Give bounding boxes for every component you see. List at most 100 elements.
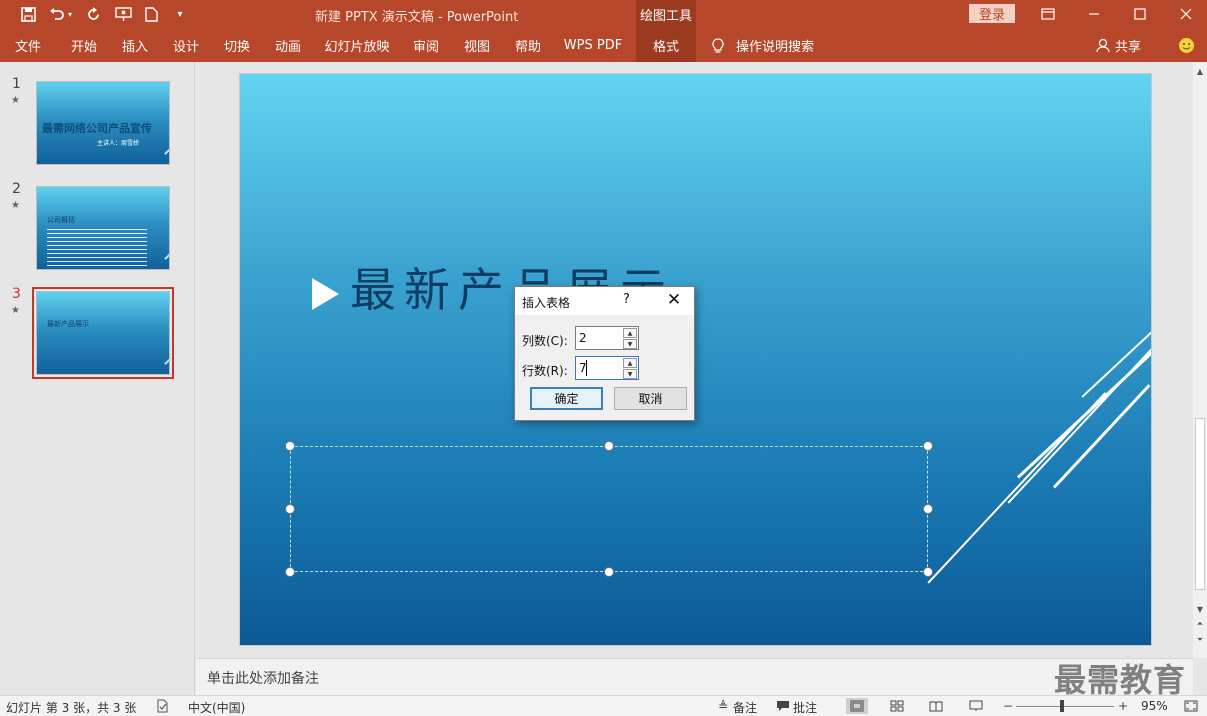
vertical-scrollbar[interactable]: ▲ ▼ ⏶ ⏷ bbox=[1193, 62, 1207, 658]
slide-thumbnail-2[interactable]: 公司概括 bbox=[36, 186, 170, 270]
language-indicator[interactable]: 中文(中国) bbox=[188, 699, 245, 716]
thumbnail-title: 最需网络公司产品宣传 bbox=[42, 122, 152, 135]
tab-help[interactable]: 帮助 bbox=[508, 29, 548, 62]
resize-handle[interactable] bbox=[285, 441, 295, 451]
columns-label: 列数(C): bbox=[522, 334, 568, 348]
text-caret bbox=[586, 360, 587, 376]
previous-slide-icon[interactable]: ⏶ bbox=[1194, 618, 1206, 630]
increment-arrow-icon[interactable]: ▲ bbox=[623, 328, 637, 338]
reading-view-icon[interactable] bbox=[925, 698, 947, 714]
tab-animations[interactable]: 动画 bbox=[268, 29, 308, 62]
notes-toggle[interactable]: 备注 bbox=[733, 699, 757, 716]
dialog-title: 插入表格 bbox=[522, 296, 571, 310]
save-icon[interactable] bbox=[17, 4, 39, 24]
current-slide[interactable]: 最新产品展示 bbox=[240, 74, 1151, 645]
zoom-slider-track[interactable] bbox=[1016, 706, 1114, 707]
tab-format[interactable]: 格式 bbox=[636, 29, 696, 62]
notes-pane[interactable]: 单击此处添加备注 bbox=[196, 658, 1193, 695]
minimize-icon[interactable] bbox=[1081, 3, 1107, 25]
undo-dropdown-icon[interactable]: ▾ bbox=[64, 4, 76, 24]
decrement-arrow-icon[interactable]: ▼ bbox=[623, 369, 637, 379]
new-document-icon[interactable] bbox=[140, 4, 162, 24]
thumbnail-title: 公司概括 bbox=[47, 216, 75, 224]
zoom-level[interactable]: 95% bbox=[1141, 699, 1168, 713]
comments-toggle[interactable]: 批注 bbox=[793, 699, 817, 716]
notes-icon[interactable]: ≜ bbox=[714, 698, 732, 714]
columns-stepper[interactable]: 2 ▲ ▼ bbox=[575, 326, 639, 350]
play-bullet-icon bbox=[312, 278, 339, 310]
share-icon[interactable] bbox=[1094, 29, 1112, 62]
share-button[interactable]: 共享 bbox=[1114, 29, 1142, 62]
tab-transitions[interactable]: 切换 bbox=[217, 29, 257, 62]
login-button[interactable]: 登录 bbox=[969, 4, 1015, 23]
next-slide-icon[interactable]: ⏷ bbox=[1194, 634, 1206, 646]
help-button[interactable]: ? bbox=[623, 292, 630, 307]
thumbnail-body-text bbox=[47, 229, 147, 267]
title-bar: ▾ ▾ 新建 PPTX 演示文稿 - PowerPoint 绘图工具 登录 bbox=[0, 0, 1207, 29]
maximize-icon[interactable] bbox=[1127, 3, 1153, 25]
content-placeholder[interactable] bbox=[290, 446, 928, 572]
drawing-tools-label: 绘图工具 bbox=[636, 0, 696, 29]
animation-star-icon: ★ bbox=[11, 95, 20, 106]
scroll-down-icon[interactable]: ▼ bbox=[1194, 603, 1206, 615]
animation-star-icon: ★ bbox=[11, 200, 20, 211]
decor-line bbox=[163, 230, 169, 260]
resize-handle[interactable] bbox=[285, 567, 295, 577]
scrollbar-thumb[interactable] bbox=[1195, 418, 1205, 590]
slide-number-3: 3 bbox=[12, 286, 21, 302]
slide-sorter-icon[interactable] bbox=[886, 698, 908, 714]
status-bar: 幻灯片 第 3 张，共 3 张 中文(中国) ≜ 备注 批注 − + 95% bbox=[0, 695, 1207, 716]
lightbulb-icon bbox=[708, 29, 728, 62]
window-title: 新建 PPTX 演示文稿 - PowerPoint bbox=[315, 10, 519, 25]
tab-file[interactable]: 文件 bbox=[8, 29, 48, 62]
cancel-button[interactable]: 取消 bbox=[614, 387, 687, 410]
customize-toolbar-icon[interactable]: ▾ bbox=[169, 4, 191, 24]
normal-view-icon[interactable] bbox=[846, 698, 868, 714]
thumbnail-subtitle: 主讲人：周雪娇 bbox=[97, 140, 140, 147]
ok-button[interactable]: 确定 bbox=[530, 387, 603, 410]
zoom-out-icon[interactable]: − bbox=[999, 698, 1017, 714]
rows-stepper[interactable]: 7 ▲ ▼ bbox=[575, 356, 639, 380]
increment-arrow-icon[interactable]: ▲ bbox=[623, 358, 637, 368]
scroll-up-icon[interactable]: ▲ bbox=[1194, 65, 1206, 77]
close-icon[interactable] bbox=[1173, 3, 1199, 25]
decor-line bbox=[163, 335, 169, 365]
tab-insert[interactable]: 插入 bbox=[115, 29, 155, 62]
slide-number-2: 2 bbox=[12, 181, 21, 197]
slide-thumbnail-3[interactable]: 最新产品展示 bbox=[32, 287, 174, 379]
animation-star-icon: ★ bbox=[11, 305, 20, 316]
tab-wps-pdf[interactable]: WPS PDF bbox=[560, 29, 626, 62]
tell-me-search[interactable]: 操作说明搜索 bbox=[736, 29, 816, 62]
resize-handle[interactable] bbox=[923, 441, 933, 451]
smiley-icon[interactable] bbox=[1175, 29, 1197, 62]
tab-home[interactable]: 开始 bbox=[63, 29, 105, 62]
slide-thumbnail-1[interactable]: 最需网络公司产品宣传 主讲人：周雪娇 bbox=[36, 81, 170, 165]
comments-icon[interactable] bbox=[774, 698, 792, 714]
slide-thumbnails-pane: 1 ★ 最需网络公司产品宣传 主讲人：周雪娇 2 ★ 公司概括 3 ★ 最新产品… bbox=[0, 62, 195, 695]
resize-handle[interactable] bbox=[604, 441, 614, 451]
zoom-slider-thumb[interactable] bbox=[1060, 700, 1064, 712]
tab-design[interactable]: 设计 bbox=[166, 29, 206, 62]
tab-view[interactable]: 视图 bbox=[457, 29, 497, 62]
slide-number-1: 1 bbox=[12, 76, 21, 92]
redo-icon[interactable] bbox=[82, 4, 104, 24]
tab-review[interactable]: 审阅 bbox=[406, 29, 446, 62]
fit-to-window-icon[interactable] bbox=[1182, 698, 1200, 714]
resize-handle[interactable] bbox=[604, 567, 614, 577]
decor-line bbox=[163, 125, 169, 155]
resize-handle[interactable] bbox=[285, 504, 295, 514]
slideshow-view-icon[interactable] bbox=[965, 698, 987, 714]
spellcheck-icon[interactable] bbox=[154, 698, 172, 714]
columns-value[interactable]: 2 bbox=[579, 331, 587, 345]
thumbnail-title: 最新产品展示 bbox=[47, 320, 89, 328]
decrement-arrow-icon[interactable]: ▼ bbox=[623, 339, 637, 349]
zoom-in-icon[interactable]: + bbox=[1114, 698, 1132, 714]
notes-placeholder[interactable]: 单击此处添加备注 bbox=[207, 668, 319, 688]
dialog-close-icon[interactable]: ✕ bbox=[663, 289, 685, 311]
resize-handle[interactable] bbox=[923, 504, 933, 514]
start-slideshow-icon[interactable] bbox=[112, 4, 134, 24]
ribbon-display-options-icon[interactable] bbox=[1035, 3, 1061, 25]
resize-handle[interactable] bbox=[923, 567, 933, 577]
tab-slideshow[interactable]: 幻灯片放映 bbox=[318, 29, 396, 62]
insert-table-dialog: 插入表格 ? ✕ 列数(C): 2 ▲ ▼ 行数(R): 7 ▲ ▼ 确定 取消 bbox=[514, 286, 695, 421]
